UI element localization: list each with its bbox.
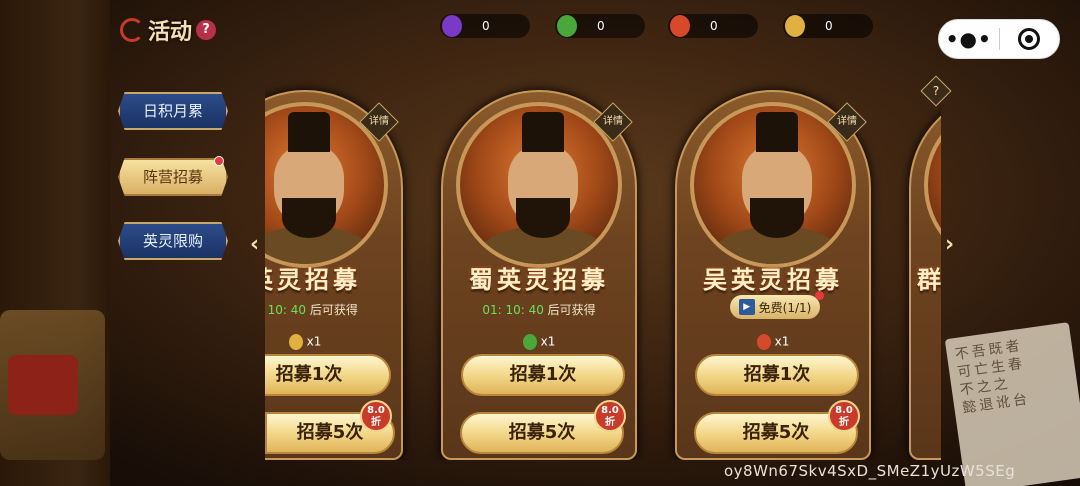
cost-amount: x1 — [306, 334, 322, 349]
free-label: 免费(1/1) — [758, 300, 812, 315]
discount-badge: 8.0 折 — [360, 400, 392, 432]
carousel-prev-arrow[interactable]: ‹ — [250, 232, 259, 257]
green-gourd-icon — [522, 334, 537, 350]
currency-purple: 0 — [440, 14, 530, 38]
notification-dot — [214, 156, 224, 166]
nav-hero-limited-shop[interactable]: 英灵限购 — [118, 222, 228, 260]
notification-dot — [815, 291, 824, 300]
discount-badge: 8.0 折 — [594, 400, 626, 432]
green-gourd-icon — [557, 15, 577, 37]
currency-green: 0 — [555, 14, 645, 38]
nav-faction-recruit[interactable]: 阵营招募 — [118, 158, 228, 196]
timer-time: 01: 10: 40 — [482, 303, 544, 317]
red-scroll-decor — [8, 355, 78, 415]
currency-value: 0 — [597, 19, 605, 33]
cost-amount: x1 — [540, 334, 556, 349]
card-title: 吴英灵招募 — [703, 266, 843, 294]
close-circle-icon — [1018, 28, 1041, 50]
card-title: 蜀英灵招募 — [469, 266, 609, 294]
gold-gourd-icon — [288, 334, 303, 350]
recruit-once-button[interactable]: 招募1次 — [461, 354, 625, 396]
watermark: oy8Wn67Skv4SxD_SMeZ1yUzW5SEg — [724, 462, 1016, 480]
miniprogram-capsule: •●• — [938, 19, 1060, 59]
detail-label: 详情 — [603, 116, 623, 127]
play-video-icon: ▶ — [738, 299, 755, 315]
paper-text: 不吾既者 可亡生春 不之之 懿退讹台 — [953, 337, 1032, 417]
screen: 不吾既者 可亡生春 不之之 懿退讹台 活动 ? 0 0 0 0 •●• 日积月累… — [0, 0, 1080, 486]
currency-red: 0 — [668, 14, 758, 38]
purple-gourd-icon — [442, 15, 462, 37]
hero-portrait[interactable] — [924, 102, 941, 268]
page-title: 活动 — [148, 20, 193, 45]
recruit-once-button[interactable]: 招募1次 — [695, 354, 859, 396]
cooldown-timer: 01: 10: 40 后可获得 — [443, 301, 635, 318]
help-label: ? — [932, 84, 940, 98]
cost-single: x1 — [443, 334, 635, 350]
discount-badge: 8.0 折 — [828, 400, 860, 432]
currency-value: 0 — [710, 19, 718, 33]
currency-value: 0 — [825, 19, 833, 33]
red-gourd-icon — [756, 334, 771, 350]
nav-daily-accumulate[interactable]: 日积月累 — [118, 92, 228, 130]
currency-gold: 0 — [783, 14, 873, 38]
red-gourd-icon — [670, 15, 690, 37]
carousel-next-arrow[interactable]: › — [945, 232, 954, 257]
detail-label: 详情 — [837, 116, 857, 127]
more-options-button[interactable]: •●• — [939, 27, 999, 51]
cost-single: x1 — [677, 334, 869, 350]
free-recruit-badge[interactable]: ▶ 免费(1/1) — [730, 295, 820, 319]
logo-icon — [120, 18, 144, 42]
card-title: 群 — [917, 266, 941, 294]
cost-single: x1 — [265, 334, 401, 350]
currency-value: 0 — [482, 19, 490, 33]
cooldown-timer: 1: 10: 40 后可获得 — [265, 301, 401, 318]
recruit-card-qun: 群 — [909, 90, 941, 460]
gold-gourd-icon — [785, 15, 805, 37]
timer-suffix: 后可获得 — [547, 303, 596, 317]
timer-time: 1: 10: 40 — [265, 303, 307, 317]
activity-header: 活动 ? — [120, 14, 217, 46]
cost-amount: x1 — [774, 334, 790, 349]
timer-suffix: 后可获得 — [309, 303, 358, 317]
help-icon[interactable]: ? — [196, 20, 217, 40]
detail-label: 详情 — [369, 116, 389, 127]
close-button[interactable] — [999, 28, 1059, 50]
card-title: 英灵招募 — [265, 266, 361, 294]
recruit-once-button[interactable]: 招募1次 — [265, 354, 391, 396]
